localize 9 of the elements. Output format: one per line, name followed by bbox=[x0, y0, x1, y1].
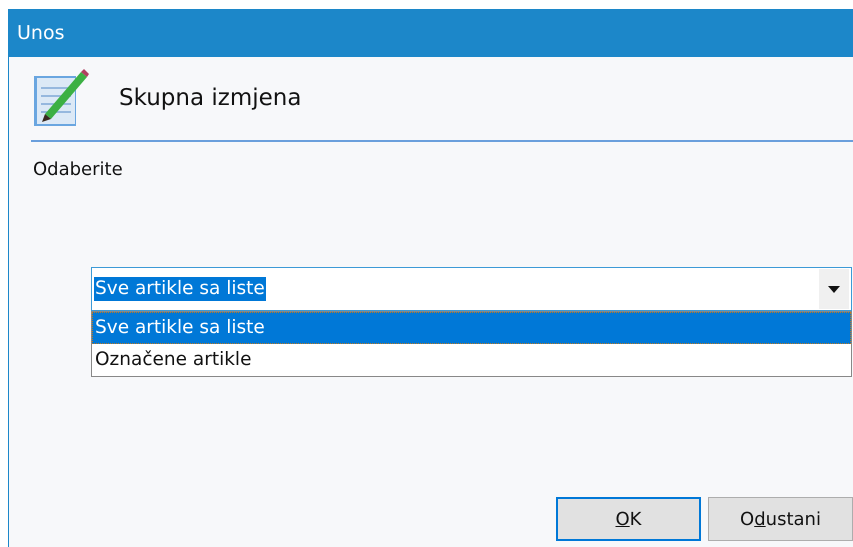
cancel-button[interactable]: Odustani bbox=[708, 497, 853, 541]
dialog-heading: Skupna izmjena bbox=[119, 84, 302, 114]
ok-button[interactable]: OK bbox=[556, 497, 701, 541]
prompt-label: Odaberite bbox=[33, 158, 124, 182]
selection-dropdown[interactable]: Sve artikle sa liste bbox=[91, 267, 852, 311]
dropdown-option[interactable]: Označene artikle bbox=[92, 344, 851, 376]
dropdown-option[interactable]: Sve artikle sa liste bbox=[92, 312, 851, 344]
caret-icon bbox=[828, 286, 840, 292]
window-title: Unos bbox=[17, 20, 64, 46]
